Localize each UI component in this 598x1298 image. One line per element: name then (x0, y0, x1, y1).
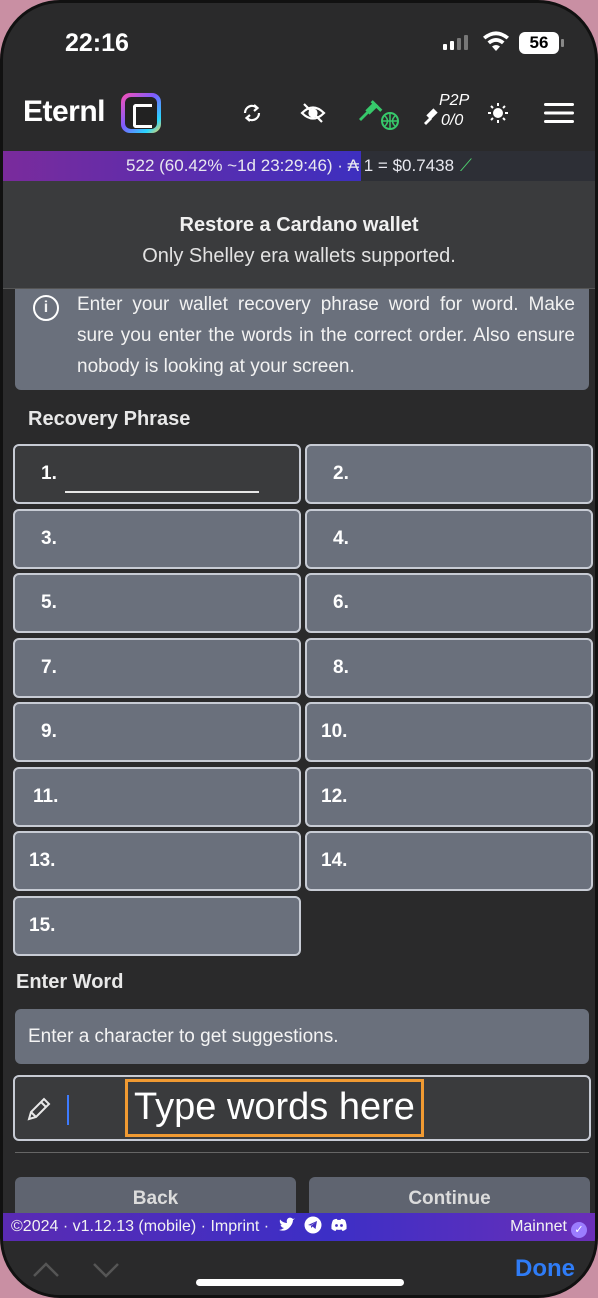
menu-icon[interactable] (543, 97, 575, 129)
word-slot[interactable]: 8. (305, 638, 593, 698)
word-slot-number: 9. (41, 721, 57, 742)
word-slot[interactable]: 3. (13, 509, 301, 569)
word-input[interactable]: Type words here (13, 1075, 591, 1141)
enter-word-label: Enter Word (16, 971, 124, 993)
cellular-signal-icon (443, 35, 468, 50)
app-header: Eternl P2P 0/0 (3, 81, 595, 151)
done-button[interactable]: Done (515, 1255, 575, 1283)
sync-icon[interactable] (236, 97, 268, 129)
word-slot[interactable]: 1. (13, 444, 301, 504)
pencil-icon (27, 1097, 51, 1121)
word-slot-number: 14. (321, 850, 348, 871)
phone-screen: 22:16 56 Eternl P2P 0/0 522 (60.42% ~1d … (0, 0, 598, 1298)
plug-off-icon (424, 108, 438, 125)
word-slot-number: 7. (41, 657, 57, 678)
word-slot-number: 10. (321, 721, 348, 742)
word-slot[interactable]: 15. (13, 896, 301, 956)
footer: ©2024 · v1.12.13 (mobile) · Imprint · Ma… (3, 1213, 595, 1241)
dialog-subtitle: Only Shelley era wallets supported. (142, 245, 456, 267)
word-slot-number: 13. (29, 850, 56, 871)
footer-info: ©2024 · v1.12.13 (mobile) · Imprint · (11, 1213, 348, 1241)
plug-globe-icon[interactable] (357, 97, 401, 130)
word-slot-underline (65, 491, 259, 493)
word-slot-number: 1. (41, 463, 57, 484)
word-input-placeholder: Type words here (125, 1079, 424, 1137)
network-status: Mainnet ✓ (510, 1213, 587, 1241)
dialog-header: Restore a Cardano wallet Only Shelley er… (3, 181, 595, 289)
trend-up-icon: ⟋ (460, 156, 472, 175)
wifi-icon (483, 31, 509, 51)
word-slot[interactable]: 2. (305, 444, 593, 504)
continue-button[interactable]: Continue (309, 1177, 590, 1217)
word-slot-number: 8. (333, 657, 349, 678)
word-slot[interactable]: 6. (305, 573, 593, 633)
footer-text: ©2024 · v1.12.13 (mobile) · Imprint · (11, 1218, 270, 1235)
word-slot-number: 12. (321, 786, 348, 807)
word-slot-number: 3. (41, 528, 57, 549)
text-caret (67, 1095, 69, 1125)
keyboard-accessory-bar: Done (3, 1241, 595, 1295)
word-slot[interactable]: 9. (13, 702, 301, 762)
eternl-logo-icon (121, 93, 161, 133)
word-slot-number: 4. (333, 528, 349, 549)
word-slot-number: 11. (33, 786, 59, 807)
divider (15, 1152, 589, 1153)
info-box: i Enter your wallet recovery phrase word… (15, 289, 589, 390)
chevron-up-icon[interactable] (31, 1255, 61, 1285)
recovery-phrase-label: Recovery Phrase (28, 408, 191, 430)
info-text: Enter your wallet recovery phrase word f… (77, 294, 575, 377)
status-time: 22:16 (65, 29, 129, 57)
verified-check-icon: ✓ (571, 1222, 587, 1238)
home-indicator[interactable] (196, 1279, 404, 1286)
network-name: Mainnet (510, 1218, 567, 1235)
sync-status-text: 522 (60.42% ~1d 23:29:46) · ₳ 1 = $0.743… (126, 156, 455, 175)
word-slot[interactable]: 13. (13, 831, 301, 891)
app-name: Eternl (23, 95, 106, 128)
status-bar: 22:16 56 (3, 3, 595, 81)
word-slot[interactable]: 10. (305, 702, 593, 762)
battery-icon: 56 (519, 32, 564, 54)
dialog-title: Restore a Cardano wallet (179, 214, 419, 236)
chevron-down-icon[interactable] (91, 1255, 121, 1285)
info-icon: i (33, 295, 59, 321)
word-slot[interactable]: 7. (13, 638, 301, 698)
word-slot-number: 2. (333, 463, 349, 484)
word-slot-number: 6. (333, 592, 349, 613)
word-slot-number: 5. (41, 592, 57, 613)
word-slot[interactable]: 5. (13, 573, 301, 633)
word-slot[interactable]: 14. (305, 831, 593, 891)
word-slot[interactable]: 4. (305, 509, 593, 569)
word-slot-number: 15. (29, 915, 56, 936)
telegram-icon[interactable] (304, 1216, 322, 1234)
brightness-icon[interactable] (482, 97, 514, 129)
back-button[interactable]: Back (15, 1177, 296, 1217)
word-slot[interactable]: 11. (13, 767, 301, 827)
discord-icon[interactable] (330, 1216, 348, 1234)
twitter-icon[interactable] (278, 1216, 296, 1234)
sync-progress-bar: 522 (60.42% ~1d 23:29:46) · ₳ 1 = $0.743… (3, 151, 595, 181)
eye-off-icon[interactable] (297, 97, 329, 129)
sync-status: 522 (60.42% ~1d 23:29:46) · ₳ 1 = $0.743… (3, 151, 595, 181)
suggestions-hint: Enter a character to get suggestions. (15, 1009, 589, 1064)
word-slot[interactable]: 12. (305, 767, 593, 827)
